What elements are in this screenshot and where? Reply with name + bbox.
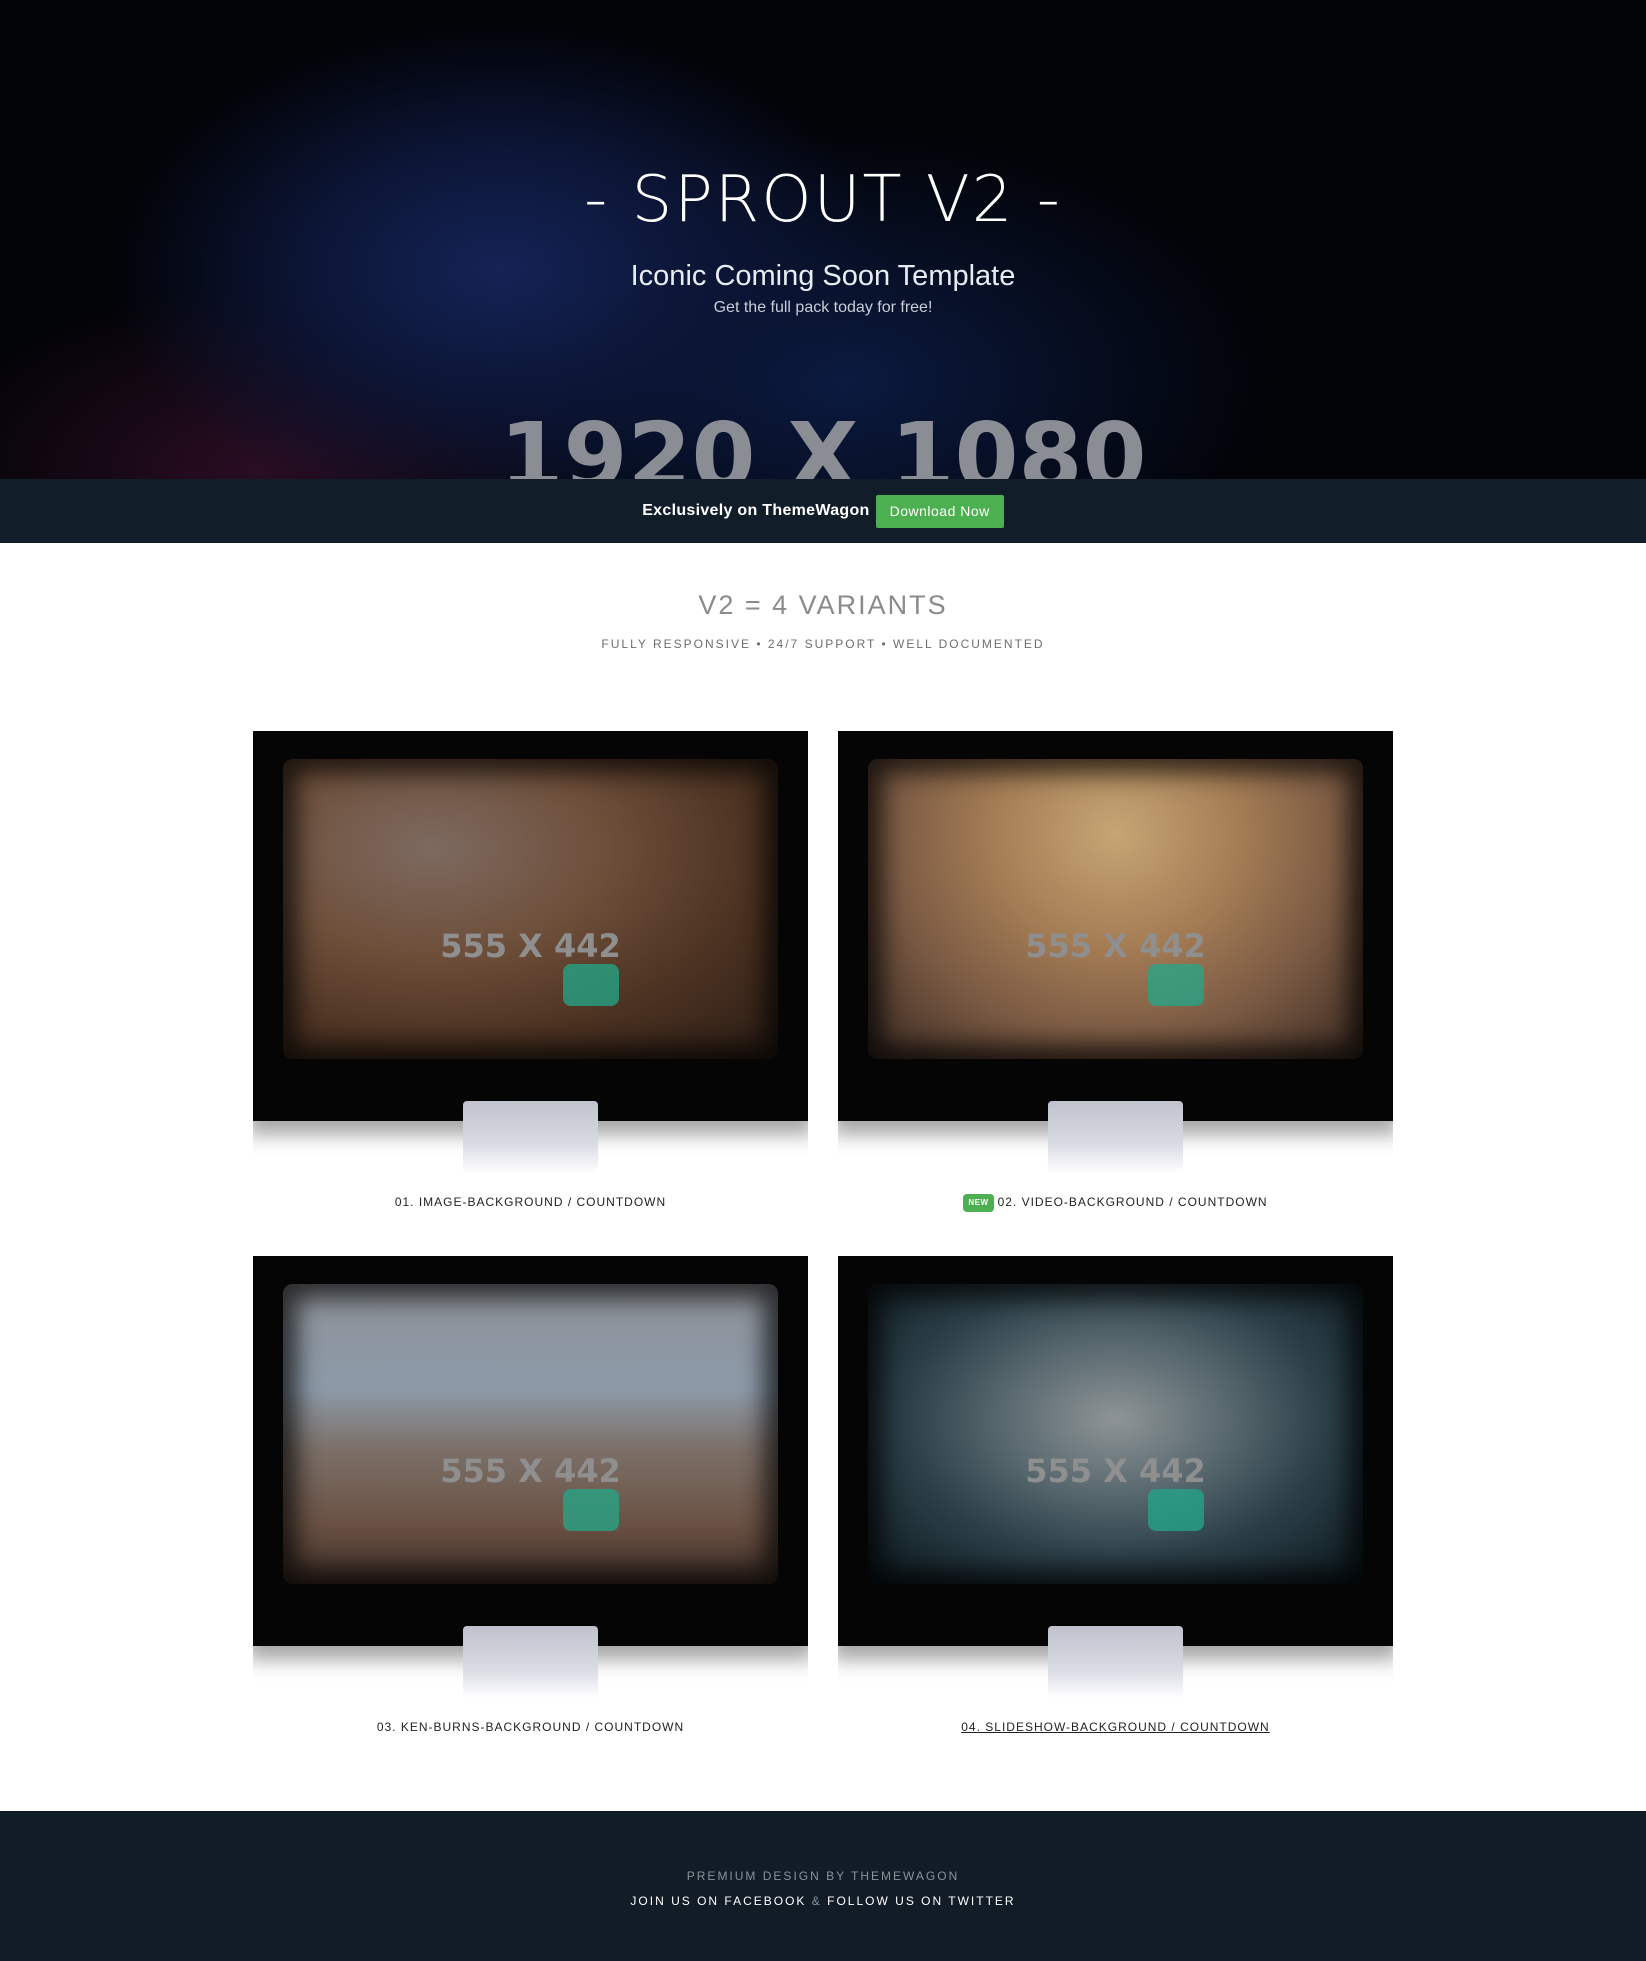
variant-card-image-background[interactable]: 555 X 442 01. IMAGE-BACKGROUND / COUNTDO… — [253, 731, 808, 1209]
download-now-button[interactable]: Download Now — [875, 494, 1004, 528]
monitor-screen — [868, 1284, 1363, 1584]
download-banner: Exclusively on ThemeWagon Download Now — [0, 479, 1646, 543]
footer-social-links: JOIN US ON FACEBOOK & FOLLOW US ON TWITT… — [0, 1894, 1646, 1908]
variant-preview-image[interactable]: 555 X 442 — [838, 731, 1393, 1173]
countdown-button-preview — [563, 964, 619, 1006]
monitor-frame — [253, 1256, 808, 1646]
variant-card-slideshow-background[interactable]: 555 X 442 04. SLIDESHOW-BACKGROUND / COU… — [838, 1256, 1393, 1734]
countdown-button-preview — [1148, 1489, 1204, 1531]
countdown-button-preview — [1148, 964, 1204, 1006]
variant-preview-image[interactable]: 555 X 442 — [253, 731, 808, 1173]
variants-subtitle: FULLY RESPONSIVE • 24/7 SUPPORT • WELL D… — [601, 637, 1045, 651]
variant-label[interactable]: 03. KEN-BURNS-BACKGROUND / COUNTDOWN — [377, 1720, 684, 1734]
hero-section: - SPROUT V2 - Iconic Coming Soon Templat… — [0, 0, 1646, 479]
variant-label[interactable]: 02. VIDEO-BACKGROUND / COUNTDOWN — [998, 1195, 1268, 1209]
variants-title: V2 = 4 VARIANTS — [698, 590, 948, 620]
new-badge: NEW — [963, 1194, 994, 1212]
variant-label[interactable]: 04. SLIDESHOW-BACKGROUND / COUNTDOWN — [961, 1720, 1269, 1734]
monitor-frame — [253, 731, 808, 1121]
image-placeholder: 555 X 442 — [440, 1452, 621, 1490]
variant-preview-image[interactable]: 555 X 442 — [253, 1256, 808, 1698]
footer: PREMIUM DESIGN BY THEMEWAGON JOIN US ON … — [0, 1811, 1646, 1961]
variant-link[interactable]: 04. SLIDESHOW-BACKGROUND / COUNTDOWN — [838, 1719, 1393, 1735]
hero-title: - SPROUT V2 - — [584, 163, 1062, 237]
variant-label[interactable]: 01. IMAGE-BACKGROUND / COUNTDOWN — [395, 1195, 666, 1209]
monitor-screen — [868, 759, 1363, 1059]
variant-link[interactable]: 01. IMAGE-BACKGROUND / COUNTDOWN — [253, 1194, 808, 1210]
hero-subtitle: Iconic Coming Soon Template — [630, 260, 1016, 292]
monitor-stand — [463, 1626, 598, 1698]
image-placeholder: 555 X 442 — [1025, 927, 1206, 965]
footer-credit: PREMIUM DESIGN BY THEMEWAGON — [686, 1869, 960, 1883]
variant-card-video-background[interactable]: 555 X 442 NEW 02. VIDEO-BACKGROUND / COUN… — [838, 731, 1393, 1212]
monitor-stand — [1048, 1626, 1183, 1698]
hero-tagline: Get the full pack today for free! — [713, 299, 933, 316]
image-placeholder: 555 X 442 — [1025, 1452, 1206, 1490]
monitor-frame — [838, 731, 1393, 1121]
monitor-frame — [838, 1256, 1393, 1646]
monitor-screen — [283, 1284, 778, 1584]
monitor-stand — [463, 1101, 598, 1173]
image-placeholder: 555 X 442 — [440, 927, 621, 965]
variant-link[interactable]: NEW 02. VIDEO-BACKGROUND / COUNTDOWN — [838, 1194, 1393, 1212]
banner-text: Exclusively on ThemeWagon — [642, 502, 870, 519]
variant-preview-image[interactable]: 555 X 442 — [838, 1256, 1393, 1698]
monitor-stand — [1048, 1101, 1183, 1173]
facebook-link[interactable]: JOIN US ON FACEBOOK — [630, 1894, 806, 1908]
footer-separator: & — [811, 1894, 822, 1908]
variant-link[interactable]: 03. KEN-BURNS-BACKGROUND / COUNTDOWN — [253, 1719, 808, 1735]
variant-card-ken-burns-background[interactable]: 555 X 442 03. KEN-BURNS-BACKGROUND / COU… — [253, 1256, 808, 1734]
monitor-screen — [283, 759, 778, 1059]
countdown-button-preview — [563, 1489, 619, 1531]
twitter-link[interactable]: FOLLOW US ON TWITTER — [827, 1894, 1015, 1908]
hero-image-placeholder: 1920 X 1080 — [499, 403, 1147, 479]
